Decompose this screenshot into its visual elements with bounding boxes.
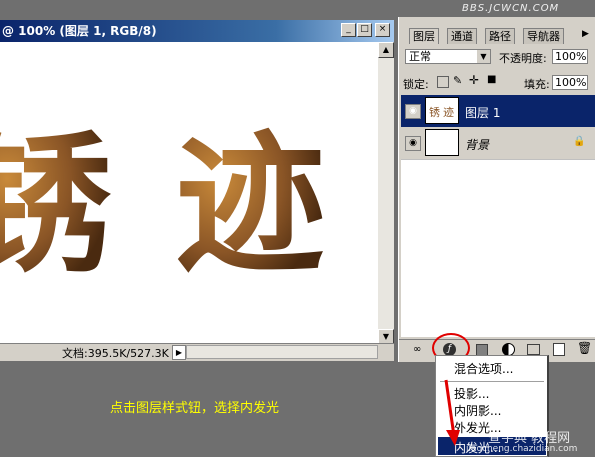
vertical-scrollbar[interactable]: ▲ ▼: [378, 42, 394, 345]
close-button[interactable]: ×: [375, 23, 390, 37]
image-canvas[interactable]: 锈 迹: [0, 42, 378, 345]
eye-icon[interactable]: ◉: [405, 104, 421, 119]
chevron-down-icon: ▼: [477, 50, 490, 63]
blend-mode-select[interactable]: 正常 ▼: [405, 49, 491, 64]
brush-icon[interactable]: ✎: [453, 74, 462, 87]
top-watermark: BBS.JCWCN.COM: [462, 3, 560, 14]
document-size: 文档:395.5K/527.3K: [62, 347, 169, 360]
link-icon[interactable]: ∞: [413, 342, 421, 358]
caption-text: 点击图层样式钮，选择内发光: [110, 401, 280, 416]
tab-layers[interactable]: 图层: [409, 28, 439, 44]
layer-name: 图层 1: [465, 106, 501, 120]
maximize-button[interactable]: □: [357, 23, 372, 37]
scroll-up-arrow-icon[interactable]: ▲: [378, 42, 394, 58]
move-icon[interactable]: ✛: [469, 73, 479, 87]
opacity-input[interactable]: 100%: [552, 49, 588, 64]
artwork: 锈 迹: [0, 117, 325, 293]
glyph-xiu: 锈: [0, 117, 112, 293]
glyph-ji: 迹: [175, 117, 325, 293]
minimize-button[interactable]: _: [341, 23, 356, 37]
layer-row-background[interactable]: ◉ 背景 🔒: [401, 127, 595, 160]
lock-icon[interactable]: ■: [487, 74, 496, 85]
layer-thumbnail: [425, 129, 459, 156]
eye-icon[interactable]: ◉: [405, 136, 421, 151]
layer-thumbnail: 锈 迹: [425, 97, 459, 124]
document-window: @ 100% (图层 1, RGB/8) _ □ × 锈 迹 ▲ ▼ 文档:39…: [0, 20, 394, 361]
horizontal-scrollbar[interactable]: [186, 345, 378, 359]
red-arrow-icon: [444, 379, 460, 446]
opacity-label: 不透明度:: [499, 52, 547, 65]
new-layer-icon[interactable]: [553, 343, 565, 356]
document-title: @ 100% (图层 1, RGB/8): [2, 24, 157, 38]
status-menu-arrow-icon[interactable]: ▶: [172, 345, 186, 360]
trash-icon[interactable]: 🗑: [577, 341, 592, 355]
lock-label: 锁定:: [403, 78, 429, 91]
layer-row-layer1[interactable]: ◉ 锈 迹 图层 1: [401, 95, 595, 128]
tab-channels[interactable]: 通道: [447, 28, 477, 44]
layers-list: ◉ 锈 迹 图层 1 ◉ 背景 🔒: [401, 95, 595, 337]
layers-panel: 图层 通道 路径 导航器 ▶ 正常 ▼ 不透明度: 100% 锁定: ✎ ✛ ■…: [398, 17, 595, 362]
panel-menu-icon[interactable]: ▶: [582, 29, 589, 39]
tab-paths[interactable]: 路径: [485, 28, 515, 44]
fill-label: 填充:: [524, 78, 550, 91]
bottom-watermark-url: jiaocheng.chazidian.com: [466, 444, 578, 454]
folder-icon[interactable]: [527, 344, 540, 355]
menu-item-blending-options[interactable]: 混合选项...: [454, 362, 513, 376]
status-bar: 文档:395.5K/527.3K ▶: [0, 343, 394, 361]
blend-mode-value: 正常: [409, 50, 431, 63]
fill-input[interactable]: 100%: [552, 75, 588, 90]
tab-navigator[interactable]: 导航器: [523, 28, 564, 44]
lock-transparent-icon[interactable]: [437, 76, 449, 88]
document-title-bar[interactable]: @ 100% (图层 1, RGB/8): [0, 20, 394, 42]
layer-name: 背景: [465, 138, 490, 152]
lock-icon: 🔒: [573, 136, 586, 147]
